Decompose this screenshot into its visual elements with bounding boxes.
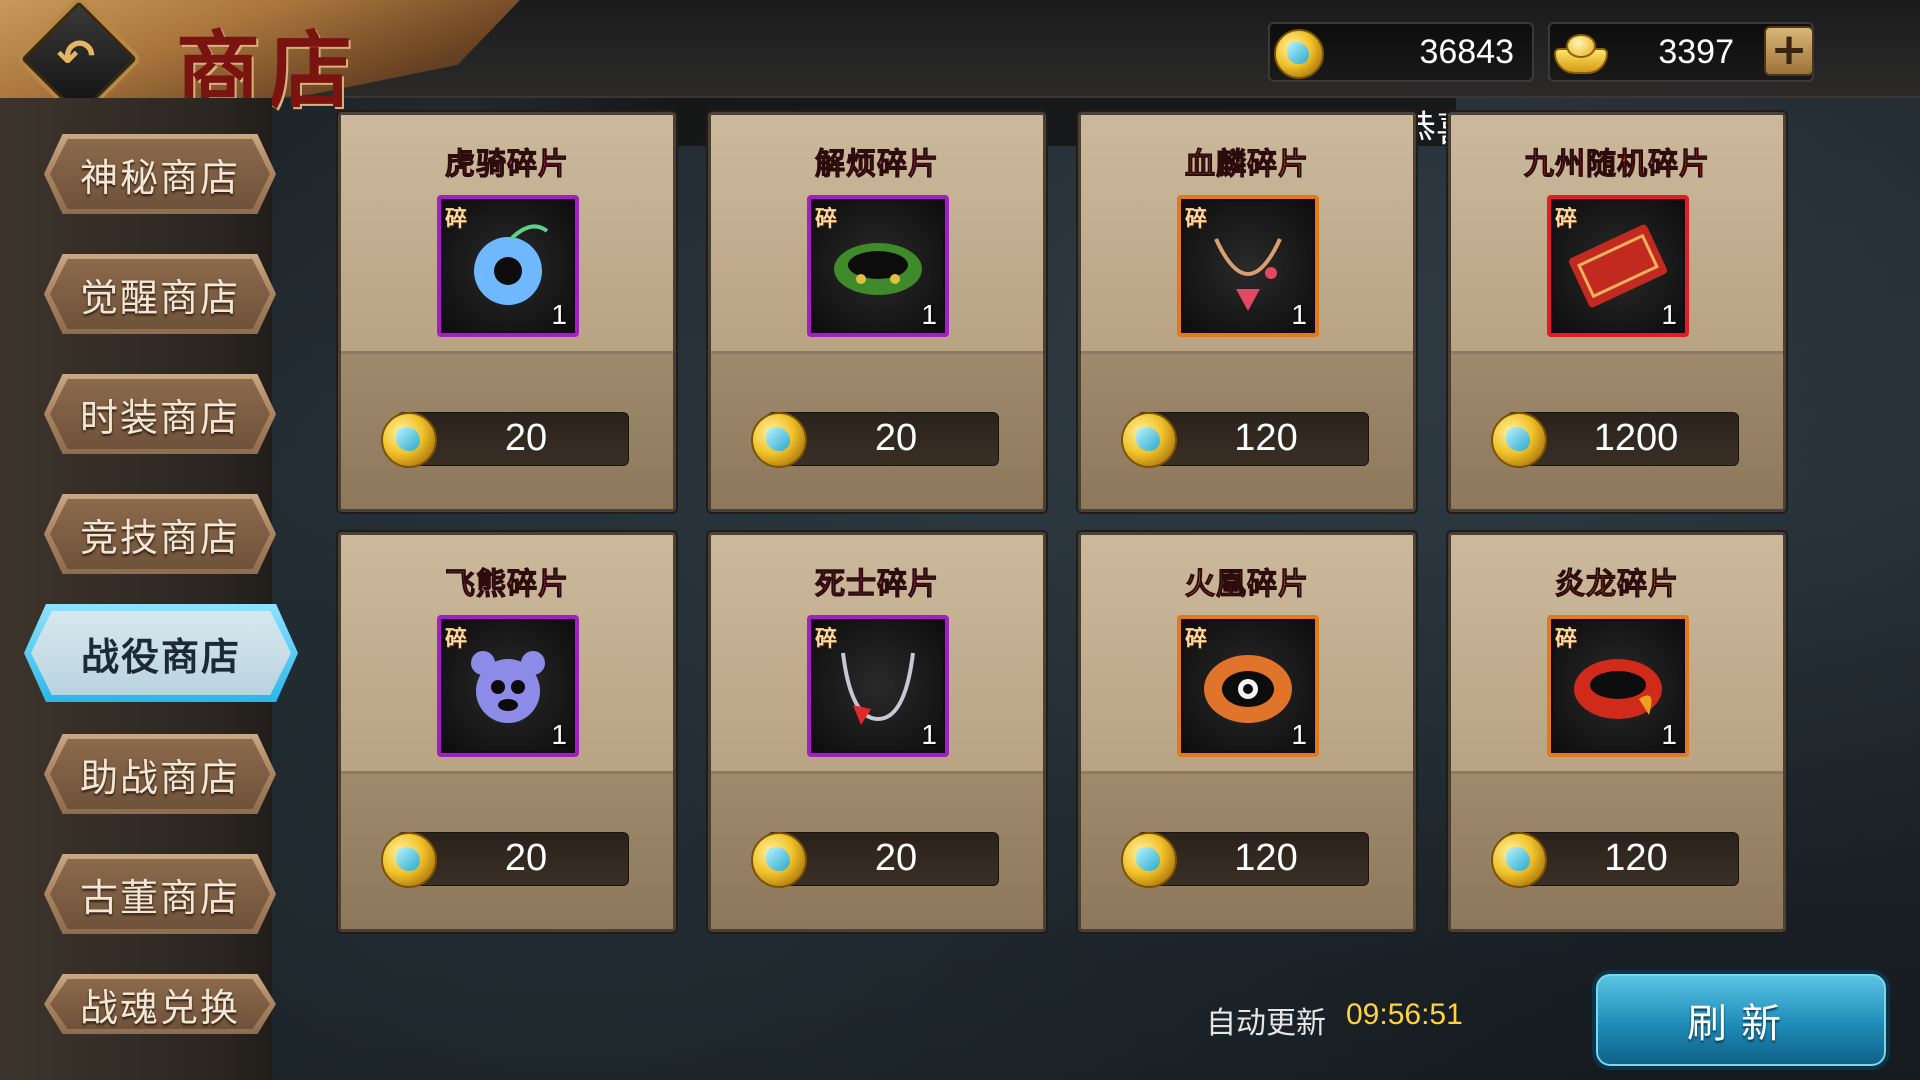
auto-refresh-label: 自动更新 — [1206, 1006, 1326, 1041]
fragment-tag: 碎 — [1185, 627, 1208, 652]
product-price: 20 — [874, 837, 918, 879]
back-arrow-icon[interactable]: ↶ — [44, 24, 108, 88]
ingot-balance-value: 3397 — [1658, 33, 1734, 71]
refresh-button[interactable]: 刷新 — [1592, 970, 1890, 1070]
item-icon-frame[interactable]: 碎1 — [437, 615, 579, 757]
product-card[interactable]: 死士碎片碎 1 20 — [708, 532, 1046, 932]
item-icon-frame[interactable]: 碎1 — [1547, 615, 1689, 757]
item-icon-frame[interactable]: 碎1 — [1177, 195, 1319, 337]
product-price: 120 — [1234, 417, 1298, 459]
item-icon-frame[interactable]: 碎1 — [1547, 195, 1689, 337]
item-quantity: 1 — [1661, 719, 1677, 750]
product-price: 1200 — [1593, 417, 1679, 459]
sidebar-tab-label: 战役商店 — [80, 634, 241, 679]
product-price: 120 — [1604, 837, 1668, 879]
refresh-countdown: 09:56:51 — [1346, 998, 1463, 1031]
item-icon-frame[interactable]: 碎1 — [1177, 615, 1319, 757]
item-quantity: 1 — [1661, 299, 1677, 330]
item-fragment-icon — [471, 651, 545, 723]
product-price: 20 — [504, 417, 548, 459]
product-name: 虎骑碎片 — [445, 147, 569, 183]
item-icon-frame[interactable]: 碎1 — [437, 195, 579, 337]
sidebar-tab-label: 竞技商店 — [79, 515, 240, 560]
product-name: 解烦碎片 — [815, 147, 939, 183]
product-card[interactable]: 火凰碎片碎 1 120 — [1078, 532, 1416, 932]
product-card[interactable]: 九州随机碎片碎 1 1200 — [1448, 112, 1786, 512]
coin-balance-value: 36843 — [1419, 33, 1514, 71]
sidebar-tab-label: 古董商店 — [79, 875, 240, 920]
sidebar-tab-6[interactable]: 助战商店 — [44, 734, 276, 814]
product-card[interactable]: 解烦碎片碎 1 20 — [708, 112, 1046, 512]
sidebar-tab-3[interactable]: 时装商店 — [44, 374, 276, 454]
coin-icon — [1274, 29, 1324, 79]
sidebar-tab-7[interactable]: 古董商店 — [44, 854, 276, 934]
sidebar-tab-8[interactable]: 战魂兑换 — [44, 974, 276, 1034]
product-card[interactable]: 虎骑碎片碎 1 20 — [338, 112, 676, 512]
product-price: 20 — [504, 837, 548, 879]
fragment-tag: 碎 — [815, 627, 838, 652]
product-card[interactable]: 血麟碎片碎 1 120 — [1078, 112, 1416, 512]
item-fragment-icon — [474, 224, 549, 305]
product-name: 九州随机碎片 — [1524, 147, 1710, 183]
item-fragment-icon — [1568, 224, 1668, 308]
item-quantity: 1 — [551, 299, 567, 330]
product-card[interactable]: 炎龙碎片碎 1 120 — [1448, 532, 1786, 932]
sidebar-tab-label: 神秘商店 — [79, 155, 240, 200]
fragment-tag: 碎 — [1555, 207, 1578, 232]
sidebar-tab-2[interactable]: 觉醒商店 — [44, 254, 276, 334]
item-fragment-icon — [841, 652, 915, 725]
item-icon-frame[interactable]: 碎1 — [807, 195, 949, 337]
product-name: 飞熊碎片 — [445, 567, 569, 603]
item-fragment-icon — [1574, 659, 1662, 719]
item-quantity: 1 — [551, 719, 567, 750]
item-fragment-icon — [834, 243, 922, 295]
item-fragment-icon — [1214, 238, 1282, 311]
item-fragment-icon — [1204, 655, 1292, 723]
product-name: 火凰碎片 — [1185, 567, 1309, 603]
product-price: 120 — [1234, 837, 1298, 879]
product-name: 炎龙碎片 — [1555, 567, 1679, 603]
refresh-button-label: 刷新 — [1687, 1001, 1795, 1047]
sidebar-tab-label: 时装商店 — [79, 395, 240, 440]
sidebar-tab-label: 战魂兑换 — [79, 985, 240, 1030]
product-price: 20 — [874, 417, 918, 459]
sidebar-tab-4[interactable]: 竞技商店 — [44, 494, 276, 574]
product-card[interactable]: 飞熊碎片碎 1 20 — [338, 532, 676, 932]
sidebar-tab-label: 助战商店 — [79, 755, 240, 800]
item-quantity: 1 — [1291, 719, 1307, 750]
sidebar-tab-1[interactable]: 神秘商店 — [44, 134, 276, 214]
item-quantity: 1 — [921, 719, 937, 750]
item-icon-frame[interactable]: 碎1 — [807, 615, 949, 757]
item-quantity: 1 — [1291, 299, 1307, 330]
fragment-tag: 碎 — [815, 207, 838, 232]
fragment-tag: 碎 — [1185, 207, 1208, 232]
product-name: 血麟碎片 — [1185, 147, 1309, 183]
item-quantity: 1 — [921, 299, 937, 330]
fragment-tag: 碎 — [445, 207, 468, 232]
fragment-tag: 碎 — [1555, 627, 1578, 652]
sidebar-tab-5[interactable]: 战役商店 — [24, 604, 298, 702]
product-name: 死士碎片 — [815, 567, 939, 603]
add-currency-button[interactable]: + — [1764, 26, 1814, 76]
fragment-tag: 碎 — [445, 627, 468, 652]
sidebar-tab-label: 觉醒商店 — [79, 275, 240, 320]
coin-balance: 36843 — [1268, 22, 1534, 82]
gold-ingot-icon — [1554, 32, 1608, 74]
